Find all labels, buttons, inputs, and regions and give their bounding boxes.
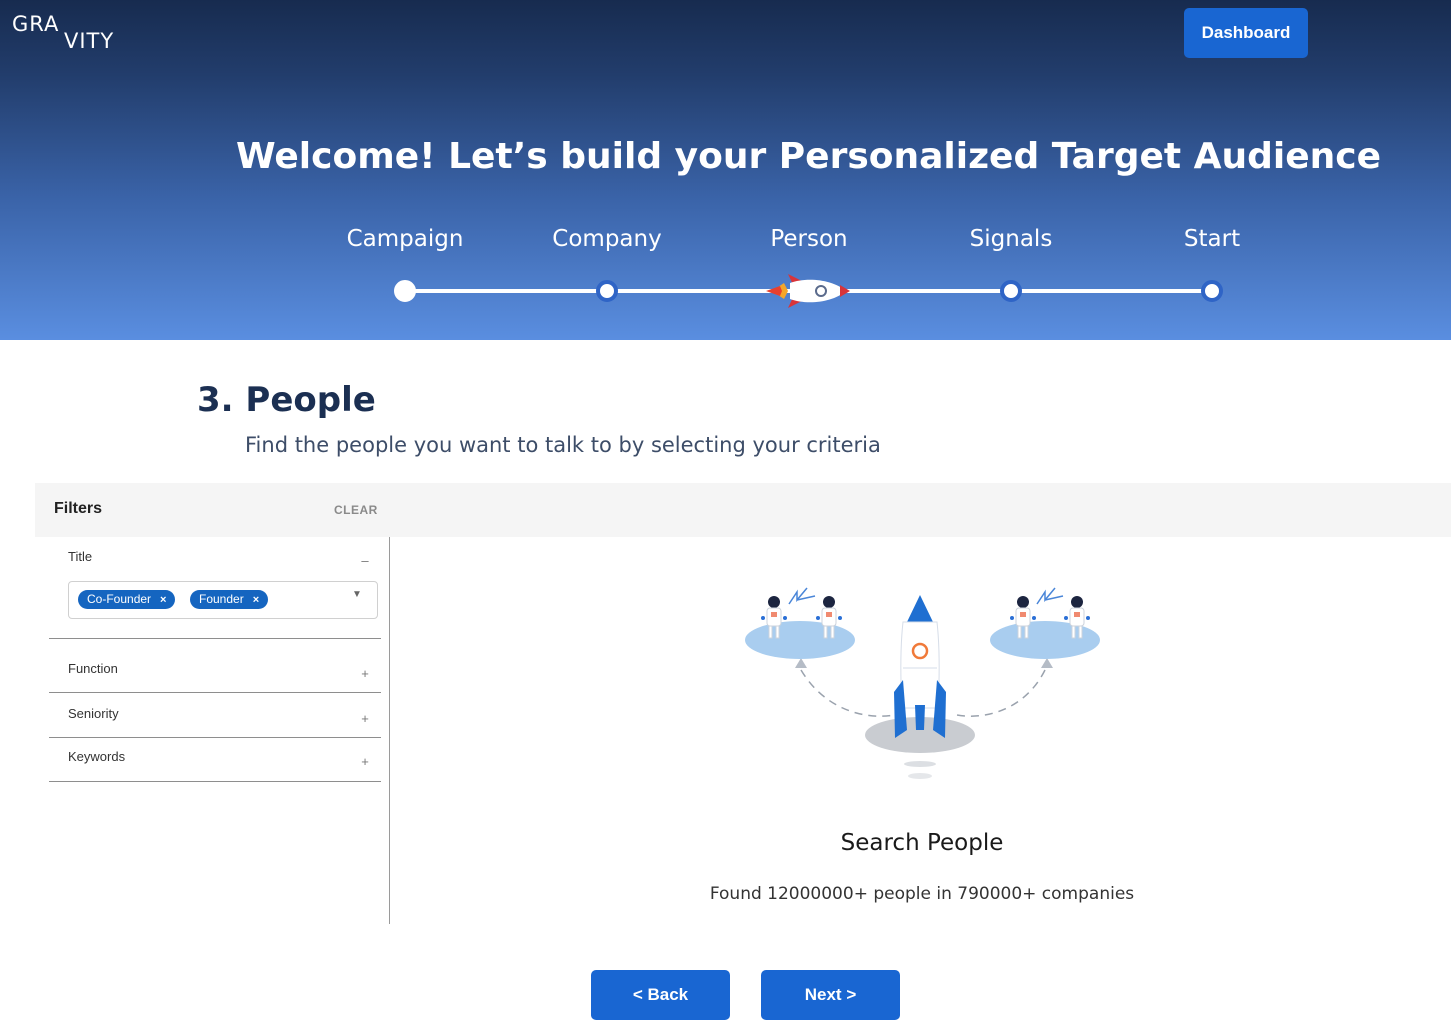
back-button[interactable]: < Back [591,970,730,1020]
section-subtitle: Find the people you want to talk to by s… [245,433,881,457]
filter-header-bar [35,483,1451,537]
welcome-heading: Welcome! Let’s build your Personalized T… [235,136,1382,177]
chevron-down-icon[interactable]: ▼ [352,589,362,600]
facet-label-title: Title [68,549,93,564]
rocket-astronauts-illustration [745,587,1100,779]
filter-panel-divider [389,537,390,924]
chip-co-founder[interactable]: Co-Founder × [78,590,176,609]
step-dot-start[interactable] [1201,280,1223,302]
chip-remove-icon[interactable]: × [253,594,259,606]
facet-label-seniority[interactable]: Seniority [68,706,119,721]
step-label-start[interactable]: Start [1132,226,1292,252]
facet-collapse-title[interactable]: – [358,553,372,568]
results-count-text: Found 12000000+ people in 790000+ compan… [709,884,1135,904]
facet-label-keywords[interactable]: Keywords [68,749,125,764]
hero-banner: GRA VITY Dashboard Welcome! Let’s build … [0,0,1451,340]
rocket-progress-icon [766,274,850,308]
dashboard-button[interactable]: Dashboard [1184,8,1308,58]
filters-heading: Filters [54,500,103,517]
facet-divider [49,737,381,738]
gravity-logo[interactable]: GRA VITY [12,12,132,56]
chip-label: Co-Founder [87,592,152,606]
step-label-person[interactable]: Person [729,226,889,252]
facet-expand-seniority[interactable]: + [358,711,372,726]
step-dot-signals[interactable] [1000,280,1022,302]
step-dot-company[interactable] [596,280,618,302]
section-title: 3. People [197,380,376,420]
facet-expand-function[interactable]: + [358,666,372,681]
next-button[interactable]: Next > [761,970,900,1020]
chip-founder[interactable]: Founder × [190,590,269,609]
step-label-signals[interactable]: Signals [931,226,1091,252]
step-label-campaign[interactable]: Campaign [325,226,485,252]
logo-text-line2: VITY [64,29,115,53]
results-title: Search People [840,830,1004,856]
facet-expand-keywords[interactable]: + [358,754,372,769]
chip-remove-icon[interactable]: × [160,594,166,606]
facet-divider [49,638,381,639]
chip-label: Founder [199,592,244,606]
step-label-company[interactable]: Company [527,226,687,252]
step-dot-campaign[interactable] [394,280,416,302]
facet-divider [49,692,381,693]
logo-text-line1: GRA [12,12,60,36]
clear-filters-button[interactable]: CLEAR [334,503,378,517]
facet-divider [49,781,381,782]
facet-label-function[interactable]: Function [68,661,118,676]
